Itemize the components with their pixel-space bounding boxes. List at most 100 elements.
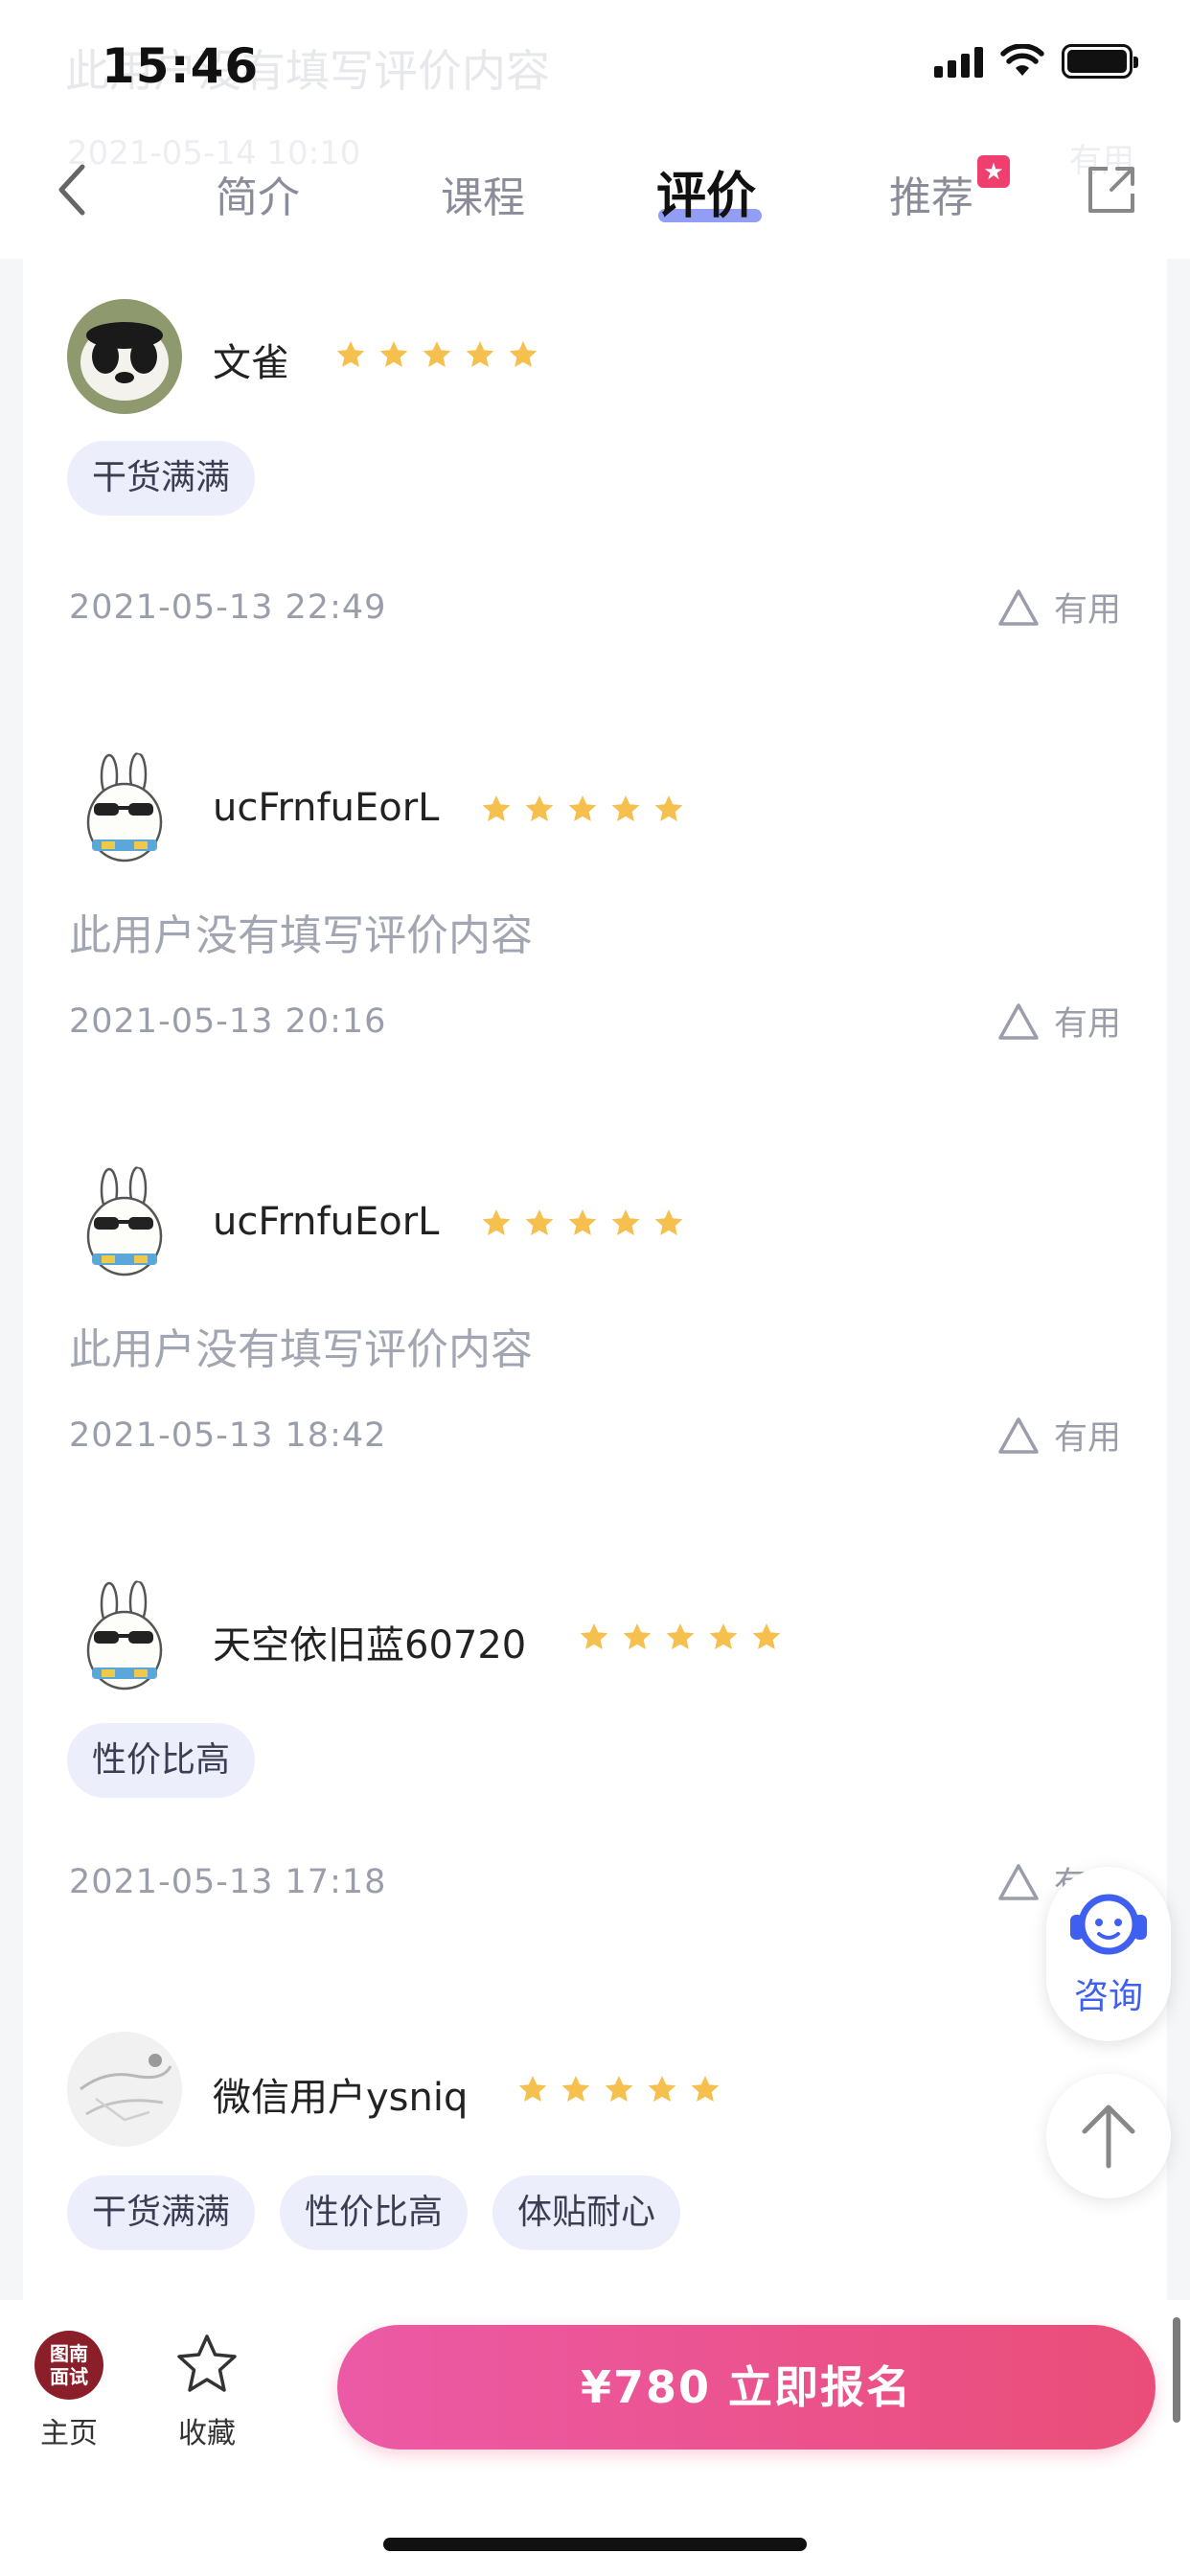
review-date: 2021-05-13 22:49 — [69, 588, 387, 627]
username: ucFrnfuEorL — [213, 786, 440, 830]
useful-label: 有用 — [1053, 1419, 1121, 1458]
review-content: 此用户没有填写评价内容 — [69, 1325, 533, 1374]
review-tag: 干货满满 — [67, 441, 256, 516]
triangle-useful-icon — [998, 588, 1039, 626]
useful-button[interactable]: 有用 — [996, 997, 1121, 1046]
scrollbar[interactable] — [1173, 2317, 1180, 2423]
brand-logo-line: 图南 — [50, 2342, 88, 2365]
star-icon — [525, 795, 554, 821]
arrow-up-icon — [1082, 2104, 1135, 2169]
star-icon — [518, 2076, 547, 2102]
star-icon — [509, 341, 538, 367]
review-tag: 性价比高 — [67, 1723, 256, 1798]
avatar[interactable] — [67, 1579, 182, 1694]
back-to-top-button[interactable] — [1046, 2074, 1171, 2198]
review-tags: 干货满满 性价比高 体贴耐心 — [67, 2175, 681, 2250]
star-icon — [525, 1209, 554, 1235]
bottom-action-bar: 图南 面试 主页 收藏 ¥780 立即报名 — [0, 2300, 1190, 2576]
tab-intro[interactable]: 简介 — [216, 163, 300, 224]
review-content: 此用户没有填写评价内容 — [69, 911, 533, 960]
star-icon — [648, 2076, 676, 2102]
star-icon — [654, 795, 683, 821]
cellular-signal-icon — [934, 45, 983, 78]
home-button[interactable]: 图南 面试 主页 — [11, 2331, 126, 2451]
useful-button[interactable]: 有用 — [996, 1411, 1121, 1460]
star-icon — [691, 2076, 720, 2102]
rabbit-avatar-icon — [67, 1579, 182, 1694]
top-header: 此用户没有填写评价内容 2021-05-14 10:10 有用 15:46 简介… — [0, 0, 1190, 259]
wifi-icon — [1000, 44, 1044, 76]
useful-button[interactable]: 有用 — [996, 583, 1121, 632]
share-icon[interactable] — [1083, 161, 1140, 218]
star-icon — [482, 1209, 511, 1235]
star-outline-icon — [177, 2334, 237, 2392]
star-icon — [568, 1209, 597, 1235]
avatar[interactable] — [67, 1165, 182, 1280]
useful-label: 有用 — [1053, 591, 1121, 630]
avatar[interactable] — [67, 299, 182, 414]
star-icon — [611, 1209, 640, 1235]
review-tag: 体贴耐心 — [492, 2175, 681, 2250]
consult-button[interactable]: 咨询 — [1046, 1867, 1171, 2041]
username: 文雀 — [213, 341, 289, 385]
tab-review[interactable]: 评价 — [656, 155, 756, 227]
triangle-useful-icon — [998, 1863, 1039, 1900]
star-icon — [379, 341, 408, 367]
star-icon — [482, 795, 511, 821]
review-tags: 干货满满 — [67, 441, 256, 516]
star-icon — [568, 795, 597, 821]
username: ucFrnfuEorL — [213, 1200, 440, 1244]
star-icon — [623, 1623, 652, 1649]
status-icons — [934, 44, 1138, 79]
star-icon — [336, 341, 365, 367]
useful-label: 有用 — [1053, 1005, 1121, 1044]
star-icon — [752, 1623, 781, 1649]
star-badge-icon: ★ — [977, 155, 1010, 188]
star-icon — [611, 795, 640, 821]
status-time: 15:46 — [102, 38, 260, 94]
photo-avatar-icon — [67, 2032, 182, 2147]
consult-label: 咨询 — [1073, 1977, 1143, 2016]
rating-stars — [481, 794, 684, 824]
star-icon — [666, 1623, 695, 1649]
battery-icon — [1062, 44, 1138, 79]
username: 微信用户ysniq — [213, 2076, 469, 2120]
avatar[interactable] — [67, 751, 182, 866]
signup-button[interactable]: ¥780 立即报名 — [337, 2325, 1156, 2450]
review-date: 2021-05-13 17:18 — [69, 1863, 387, 1901]
rabbit-avatar-icon — [67, 751, 182, 866]
username: 天空依旧蓝60720 — [213, 1623, 527, 1668]
review-tag: 干货满满 — [67, 2175, 256, 2250]
brand-logo-line: 面试 — [50, 2365, 88, 2388]
home-label: 主页 — [40, 2417, 98, 2450]
rabbit-avatar-icon — [67, 1165, 182, 1280]
star-icon — [580, 1623, 608, 1649]
tab-recommend[interactable]: 推荐 — [889, 163, 973, 224]
review-date: 2021-05-13 18:42 — [69, 1416, 387, 1455]
star-icon — [423, 341, 451, 367]
rating-stars — [481, 1208, 684, 1238]
review-tag: 性价比高 — [280, 2175, 469, 2250]
rating-stars — [579, 1622, 782, 1652]
review-list[interactable]: 文雀 干货满满 2021-05-13 22:49 有用 ucFrnfuEorL … — [23, 259, 1167, 2300]
back-chevron-icon[interactable] — [54, 161, 92, 218]
favorite-label: 收藏 — [178, 2417, 236, 2450]
star-icon — [654, 1209, 683, 1235]
brand-logo: 图南 面试 — [34, 2331, 103, 2400]
review-tags: 性价比高 — [67, 1723, 256, 1798]
customer-service-icon — [1070, 1894, 1147, 1955]
home-indicator — [383, 2538, 807, 2551]
rating-stars — [517, 2074, 721, 2104]
triangle-useful-icon — [998, 1416, 1039, 1454]
rating-stars — [335, 339, 538, 370]
tab-bar: 简介 课程 评价 推荐 ★ — [172, 153, 1044, 230]
avatar[interactable] — [67, 2032, 182, 2147]
favorite-button[interactable]: 收藏 — [149, 2331, 264, 2451]
star-icon — [466, 341, 494, 367]
star-icon — [709, 1623, 738, 1649]
review-date: 2021-05-13 20:16 — [69, 1002, 387, 1041]
star-icon — [561, 2076, 590, 2102]
panda-avatar-icon — [67, 299, 182, 414]
tab-course[interactable]: 课程 — [441, 163, 525, 224]
star-icon — [605, 2076, 633, 2102]
